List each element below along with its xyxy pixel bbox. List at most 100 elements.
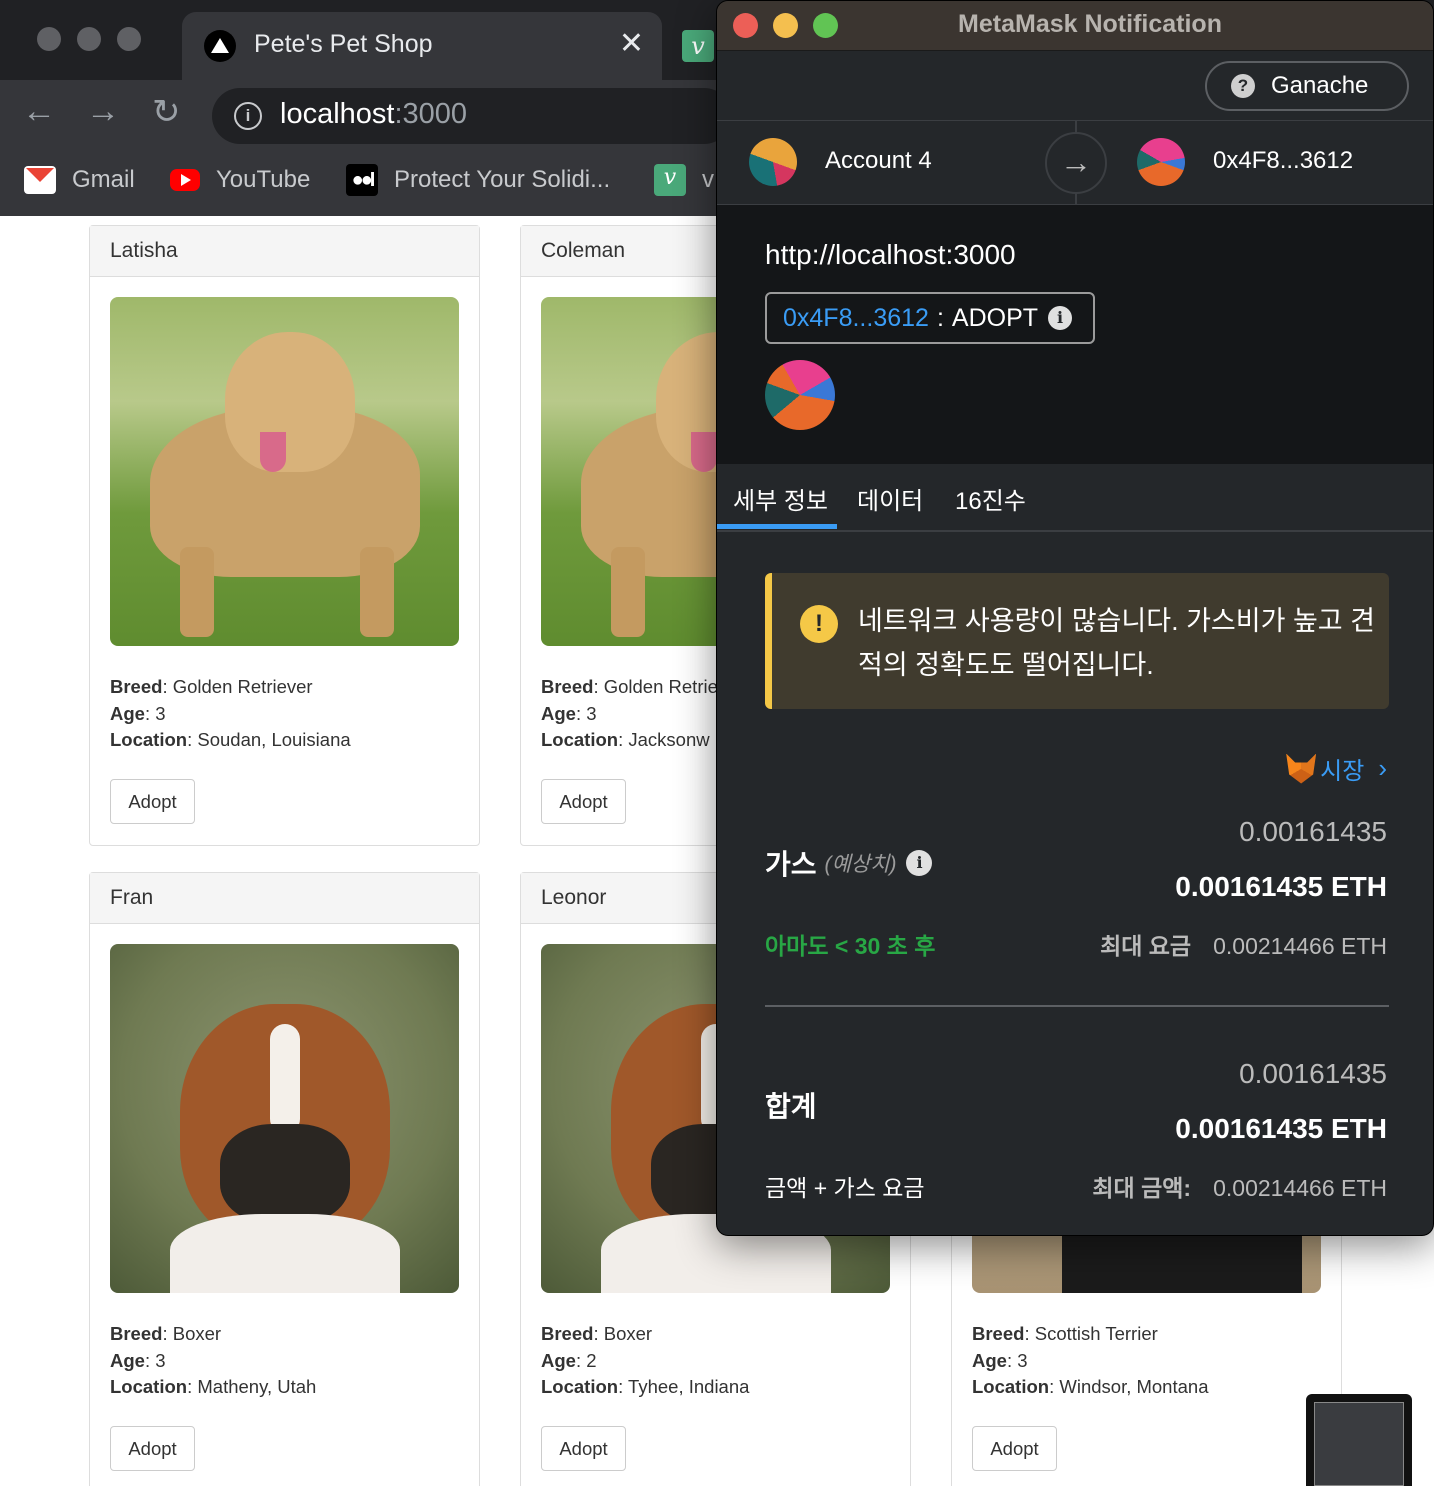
origin-url: http://localhost:3000 [765, 239, 1016, 270]
pet-details: Breed: Golden Retriever Age: 3 Location:… [110, 676, 351, 750]
gas-time-estimate: 아마도 < 30 초 후 [765, 933, 936, 959]
tab-data[interactable]: 데이터 [857, 481, 923, 516]
warning-text: 네트워크 사용량이 많습니다. 가스비가 높고 견적의 정확도도 떨어집니다. [858, 606, 1375, 680]
gas-label-text: 가스 [765, 849, 817, 880]
bookmark-label: YouTube [216, 166, 311, 193]
tab-title: Pete's Pet Shop [254, 30, 433, 58]
total-max-label: 최대 금액: [1092, 1175, 1192, 1201]
reload-icon[interactable]: ↻ [152, 92, 181, 132]
bookmark-label: Protect Your Solidi... [394, 166, 611, 193]
warning-icon: ! [800, 605, 838, 643]
network-busy-warning: ! 네트워크 사용량이 많습니다. 가스비가 높고 견적의 정확도도 떨어집니다… [765, 573, 1389, 709]
pet-age: 3 [155, 1349, 166, 1371]
gmail-icon [24, 166, 56, 194]
url-port: :3000 [394, 98, 468, 130]
tab-close-icon[interactable]: ✕ [619, 26, 644, 61]
site-logo-icon [204, 30, 236, 62]
youtube-icon [170, 169, 200, 191]
url-host: localhost [280, 98, 395, 130]
bookmark-youtube[interactable]: YouTube [170, 162, 310, 198]
gas-max-label: 최대 요금 [1100, 933, 1192, 959]
overlay-widget[interactable] [1306, 1394, 1412, 1486]
pet-details: Breed: Boxer Age: 3 Location: Matheny, U… [110, 1323, 317, 1397]
method-separator: : [936, 303, 944, 332]
pet-details: Breed: Boxer Age: 2 Location: Tyhee, Ind… [541, 1323, 750, 1397]
pet-name: Latisha [90, 226, 479, 277]
total-secondary: 0.00161435 [1239, 1058, 1387, 1089]
gas-estimate-note: (예상치) [824, 853, 897, 876]
v-icon: v [654, 164, 686, 196]
pet-image-golden-retriever [110, 297, 459, 646]
adopt-button[interactable]: Adopt [110, 1426, 195, 1471]
total-subtitle: 금액 + 가스 요금 [765, 1175, 925, 1201]
pet-location: Soudan, Louisiana [197, 729, 351, 750]
tab-hex[interactable]: 16진수 [955, 481, 1026, 516]
total-max-value: 0.00214466 ETH [1213, 1175, 1387, 1201]
network-name: Ganache [1271, 72, 1369, 99]
gas-max-fee: 최대 요금 0.00214466 ETH [1100, 927, 1387, 961]
pet-location: Windsor, Montana [1059, 1376, 1209, 1397]
total-label: 합계 [765, 1091, 817, 1122]
arrow-right-icon: → [1045, 132, 1107, 194]
details-tabs: 세부 정보 데이터 16진수 [717, 464, 1433, 532]
medium-icon: ●●I [346, 164, 378, 196]
pet-name: Fran [90, 873, 479, 924]
pet-location: Matheny, Utah [197, 1376, 317, 1397]
pet-breed: Boxer [603, 1323, 653, 1344]
question-icon: ? [1231, 74, 1255, 98]
pet-breed: Golden Retrie [603, 676, 718, 697]
contract-address-link[interactable]: 0x4F8...3612 [783, 304, 929, 333]
sender-avatar-icon [749, 138, 797, 186]
url-text[interactable]: localhost:3000 [280, 98, 467, 131]
total-eth: 0.00161435 ETH [1175, 1113, 1387, 1144]
bookmark-label: v [702, 166, 714, 193]
address-bar[interactable]: i localhost:3000 [212, 88, 732, 144]
gas-max-value: 0.00214466 ETH [1213, 933, 1387, 959]
bookmark-v[interactable]: v v [654, 162, 714, 198]
pet-image-boxer [110, 944, 459, 1293]
adopt-button[interactable]: Adopt [972, 1426, 1057, 1471]
adopt-button[interactable]: Adopt [541, 1426, 626, 1471]
market-label: 시장 [1320, 758, 1365, 785]
pet-details: Breed: Golden Retrie Age: 3 Location: Ja… [541, 676, 718, 750]
divider [765, 1005, 1389, 1007]
site-info-icon[interactable]: i [234, 102, 262, 130]
transaction-summary: http://localhost:3000 0x4F8...3612 : ADO… [717, 205, 1433, 464]
market-gas-link[interactable]: 시장 › [1286, 751, 1387, 786]
recipient-avatar-icon [1137, 138, 1185, 186]
recipient-address[interactable]: 0x4F8...3612 [1213, 147, 1353, 175]
forward-icon[interactable]: → [86, 92, 120, 131]
tab-v-icon[interactable]: v [682, 30, 714, 62]
back-icon[interactable]: ← [22, 92, 56, 131]
pet-location: Jacksonw [628, 729, 710, 750]
pet-breed: Golden Retriever [172, 676, 313, 697]
bookmark-medium[interactable]: ●●I Protect Your Solidi... [346, 162, 610, 198]
bookmark-label: Gmail [72, 166, 135, 193]
window-zoom-button[interactable] [117, 27, 141, 51]
chevron-right-icon: › [1378, 753, 1387, 783]
fox-icon [1286, 753, 1317, 784]
metamask-header: ? Ganache [717, 51, 1433, 121]
adopt-button[interactable]: Adopt [110, 779, 195, 824]
sender-account-name[interactable]: Account 4 [825, 147, 932, 175]
metamask-notification-window: MetaMask Notification ? Ganache Account … [716, 0, 1434, 1236]
network-selector[interactable]: ? Ganache [1205, 61, 1409, 111]
gas-fee-secondary: 0.00161435 [1239, 816, 1387, 847]
adopt-button[interactable]: Adopt [541, 779, 626, 824]
bookmark-gmail[interactable]: Gmail [24, 162, 135, 198]
window-close-button[interactable] [37, 27, 61, 51]
contract-method-box: 0x4F8...3612 : ADOPT i [765, 292, 1095, 344]
tab-details[interactable]: 세부 정보 [733, 481, 828, 516]
tab-petes-pet-shop[interactable]: Pete's Pet Shop ✕ [182, 12, 662, 80]
pet-location: Tyhee, Indiana [628, 1376, 750, 1397]
window-minimize-button[interactable] [77, 27, 101, 51]
info-icon[interactable]: i [1048, 306, 1073, 330]
active-tab-indicator [717, 524, 837, 529]
gas-label: 가스 (예상치) i [765, 843, 933, 883]
pet-age: 3 [586, 702, 597, 724]
metamask-titlebar: MetaMask Notification [717, 1, 1433, 51]
pet-card: Fran Breed: Boxer Age: 3 Location: Mathe… [89, 872, 480, 1486]
pet-card: Latisha Breed: Golden Retriever Age: 3 L… [89, 225, 480, 846]
gas-info-icon[interactable]: i [906, 850, 933, 876]
contract-avatar-icon [765, 360, 835, 430]
